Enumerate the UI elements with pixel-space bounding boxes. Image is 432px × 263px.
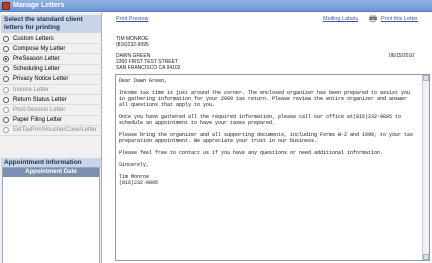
letter-option[interactable]: Privacy Notice Letter [0,75,102,85]
letter-paragraph: Please feel free to contact us if you ha… [119,150,384,156]
letter-option-label: Compose My Letter [13,45,66,52]
sender-phone: (816)232-9095 [116,42,149,48]
letter-radio[interactable] [3,45,9,52]
letter-option: Post-Session Letter [0,105,102,116]
letter-radio [3,106,9,113]
recipient-city: SAN FRANCISCO CA 94102 [116,65,181,71]
signature-phone: (816)232-9095 [119,180,159,186]
letter-option-label: Return Status Letter [13,96,67,103]
letter-paragraph: Please bring the organizer and all suppo… [119,132,417,144]
letter-closing: Sincerely, [119,162,150,168]
letter-option: Invoice Letter [0,85,102,96]
letter-date: 06/15/2010 [389,53,415,59]
letter-option-label: Privacy Notice Letter [13,76,69,83]
letter-radio[interactable] [3,55,9,62]
letter-list: Custom Letters Compose My Letter PreSeason… [0,34,102,136]
letter-option-label: EktTaxPrintVoucherCoverLetter [13,127,97,134]
letter-option-label: Invoice Letter [13,86,50,93]
printer-icon[interactable] [369,15,377,22]
sender-address: TIM MONROE (816)232-9095 [116,36,149,48]
scroll-up-button[interactable] [423,75,429,81]
letter-option[interactable]: Return Status Letter [0,95,102,106]
letter-radio [3,86,9,93]
letter-paragraph: Income tax time is just around the corne… [119,90,414,108]
letter-option-label: Post-Session Letter [13,106,66,113]
letter-radio[interactable] [3,117,9,124]
title-bar: Manage Letters [0,0,432,12]
letter-option[interactable]: PreSeason Letter [0,54,102,65]
appointment-info-header: Appointment Information [1,158,101,167]
letter-salutation: Dear Dawn Green, [119,78,168,84]
mailing-labels-link[interactable]: Mailing Labels [323,16,358,22]
letter-option[interactable]: Compose My Letter [0,44,102,55]
window-title: Manage Letters [13,2,65,9]
letter-option[interactable]: Scheduling Letter [0,65,102,75]
scroll-down-button[interactable] [423,254,429,260]
letter-option-label: Scheduling Letter [13,66,60,73]
letter-option[interactable]: Paper Filing Letter [0,116,102,126]
letter-radio [3,127,9,134]
letter-radio[interactable] [3,35,9,42]
app-icon [2,1,10,10]
letter-radio[interactable] [3,66,9,73]
letter-radio[interactable] [3,76,9,83]
letter-option-label: Custom Letters [13,35,54,42]
letter-radio[interactable] [3,96,9,103]
letter-option-label: PreSeason Letter [13,55,60,62]
print-preview-link[interactable]: Print Preview [116,16,148,22]
recipient-address: DAWN GREEN 2300 FIRST TEST STREET SAN FR… [116,53,180,71]
letter-paragraph: Once you have gathered all the required … [119,114,405,126]
letter-option: EktTaxPrintVoucherCoverLetter [0,126,102,136]
appointment-grid[interactable]: Appointment Date [2,167,100,263]
letter-select-header: Select the standard client letters for p… [1,15,101,33]
letter-scrollbar[interactable] [422,75,429,260]
print-letter-link[interactable]: Print this Letter [381,16,418,22]
letter-option[interactable]: Custom Letters [0,34,102,45]
letter-body-editor[interactable]: Dear Dawn Green, Income tax time is just… [115,74,430,261]
appointment-date-column-header[interactable]: Appointment Date [3,168,99,177]
letter-option-label: Paper Filing Letter [13,117,63,124]
letter-preview-panel: Print Preview Mailing Labels Print this … [104,13,432,263]
sidebar: Select the standard client letters for p… [0,13,102,263]
